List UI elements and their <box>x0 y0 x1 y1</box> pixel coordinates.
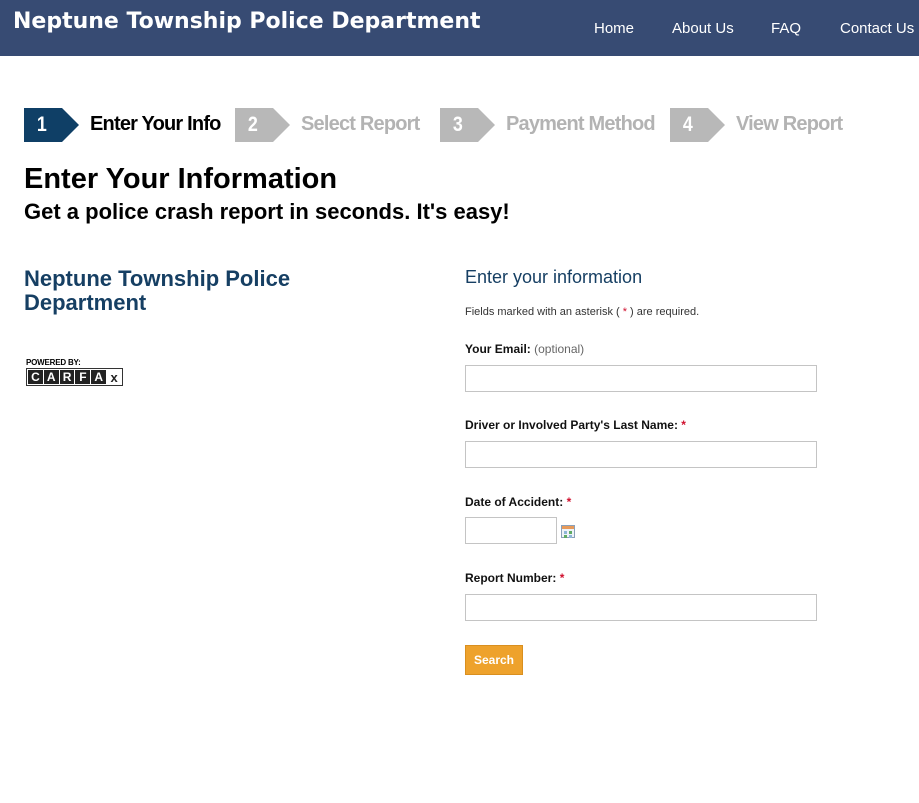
step-chevron: 2 <box>235 108 290 142</box>
site-header: Neptune Township Police Department Home … <box>0 0 919 56</box>
logo-letter: A <box>43 370 59 384</box>
required-asterisk: * <box>559 571 565 585</box>
email-field[interactable] <box>465 365 817 392</box>
required-note-prefix: Fields marked with an asterisk ( <box>465 306 623 318</box>
logo-letter: A <box>91 370 107 384</box>
step-number: 1 <box>36 113 47 136</box>
step-chevron: 4 <box>670 108 725 142</box>
page-subtitle: Get a police crash report in seconds. It… <box>24 199 510 224</box>
step-number: 4 <box>682 113 693 136</box>
last-name-label-text: Driver or Involved Party's Last Name: <box>465 418 678 432</box>
required-asterisk: * <box>566 495 572 509</box>
date-field[interactable] <box>465 517 557 544</box>
email-label: Your Email: (optional) <box>465 342 584 356</box>
report-number-label-text: Report Number: <box>465 571 557 585</box>
last-name-field[interactable] <box>465 441 817 468</box>
date-label: Date of Accident: * <box>465 495 571 509</box>
logo-letter: R <box>59 370 75 384</box>
step-label: Select Report <box>301 113 420 135</box>
step-label: Enter Your Info <box>90 113 221 135</box>
step-label: View Report <box>736 113 843 135</box>
report-number-label: Report Number: * <box>465 571 564 585</box>
calendar-icon-cell <box>564 535 567 538</box>
calendar-icon-cell <box>569 531 572 534</box>
carfax-logo-icon: C A R F A x <box>26 368 123 386</box>
nav-contact-us[interactable]: Contact Us <box>840 20 914 37</box>
last-name-label: Driver or Involved Party's Last Name: * <box>465 418 686 432</box>
powered-by-logo: POWERED BY: C A R F A x <box>26 358 123 386</box>
step-number: 3 <box>452 113 463 136</box>
date-label-text: Date of Accident: <box>465 495 564 509</box>
form-title: Enter your information <box>465 267 643 287</box>
powered-by-label: POWERED BY: <box>26 358 81 367</box>
department-name: Neptune Township Police Department <box>24 266 291 315</box>
logo-letter: C <box>28 370 43 384</box>
logo-letter: x <box>107 370 121 385</box>
nav-about-us[interactable]: About Us <box>672 20 734 37</box>
required-asterisk: * <box>681 418 686 432</box>
step-label: Payment Method <box>506 113 656 135</box>
required-note: Fields marked with an asterisk ( * ) are… <box>465 306 699 318</box>
calendar-icon-cell <box>564 531 567 534</box>
search-button[interactable]: Search <box>465 645 523 675</box>
required-note-suffix: ) are required. <box>627 306 700 318</box>
page-title: Enter Your Information <box>24 163 338 195</box>
calendar-icon-header <box>562 526 574 529</box>
step-chevron: 3 <box>440 108 495 142</box>
optional-note: (optional) <box>534 342 585 356</box>
step-chevron: 1 <box>24 108 79 142</box>
calendar-icon-cell <box>569 535 572 538</box>
nav-home[interactable]: Home <box>594 20 634 37</box>
site-title: Neptune Township Police Department <box>13 9 481 34</box>
report-number-field[interactable] <box>465 594 817 621</box>
nav-faq[interactable]: FAQ <box>771 20 801 37</box>
email-label-text: Your Email: <box>465 342 531 356</box>
calendar-icon[interactable] <box>561 525 575 538</box>
step-number: 2 <box>247 113 258 136</box>
logo-letter: F <box>75 370 91 384</box>
